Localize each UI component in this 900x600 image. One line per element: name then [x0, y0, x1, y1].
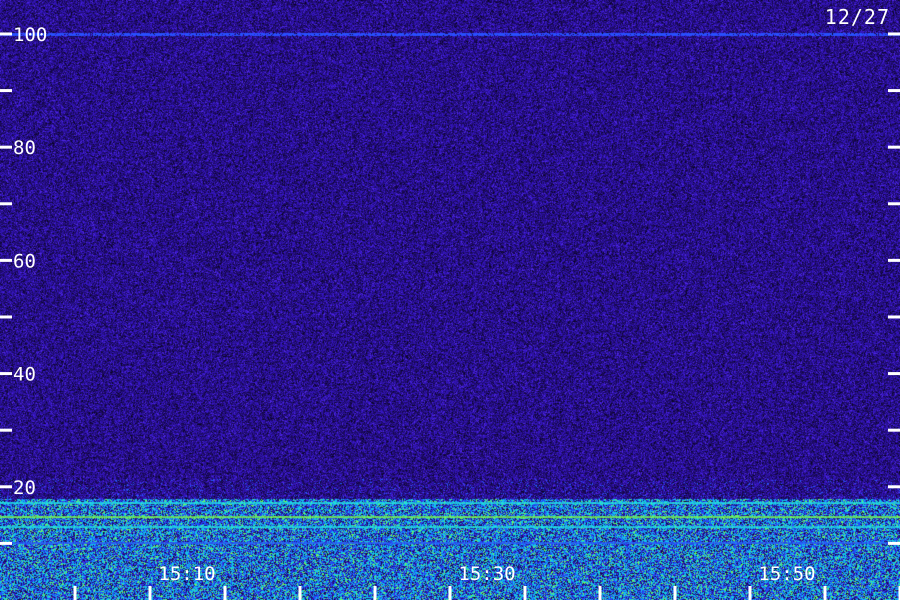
y-tick-label-60: 60 [13, 250, 36, 272]
date-label: 12/27 [824, 5, 890, 29]
y-tick-label-20: 20 [13, 477, 36, 499]
x-tick-label-1530: 15:30 [458, 563, 515, 585]
axis-overlay: 100 80 60 40 20 15:10 15:30 15:50 [0, 24, 900, 600]
spectrogram-chart: 100 80 60 40 20 15:10 15:30 15:50 12/27 [0, 0, 900, 600]
y-tick-label-80: 80 [13, 137, 36, 159]
x-tick-label-1510: 15:10 [158, 563, 215, 585]
x-tick-label-1550: 15:50 [758, 563, 815, 585]
y-tick-label-100: 100 [13, 24, 47, 46]
y-tick-label-40: 40 [13, 364, 36, 386]
